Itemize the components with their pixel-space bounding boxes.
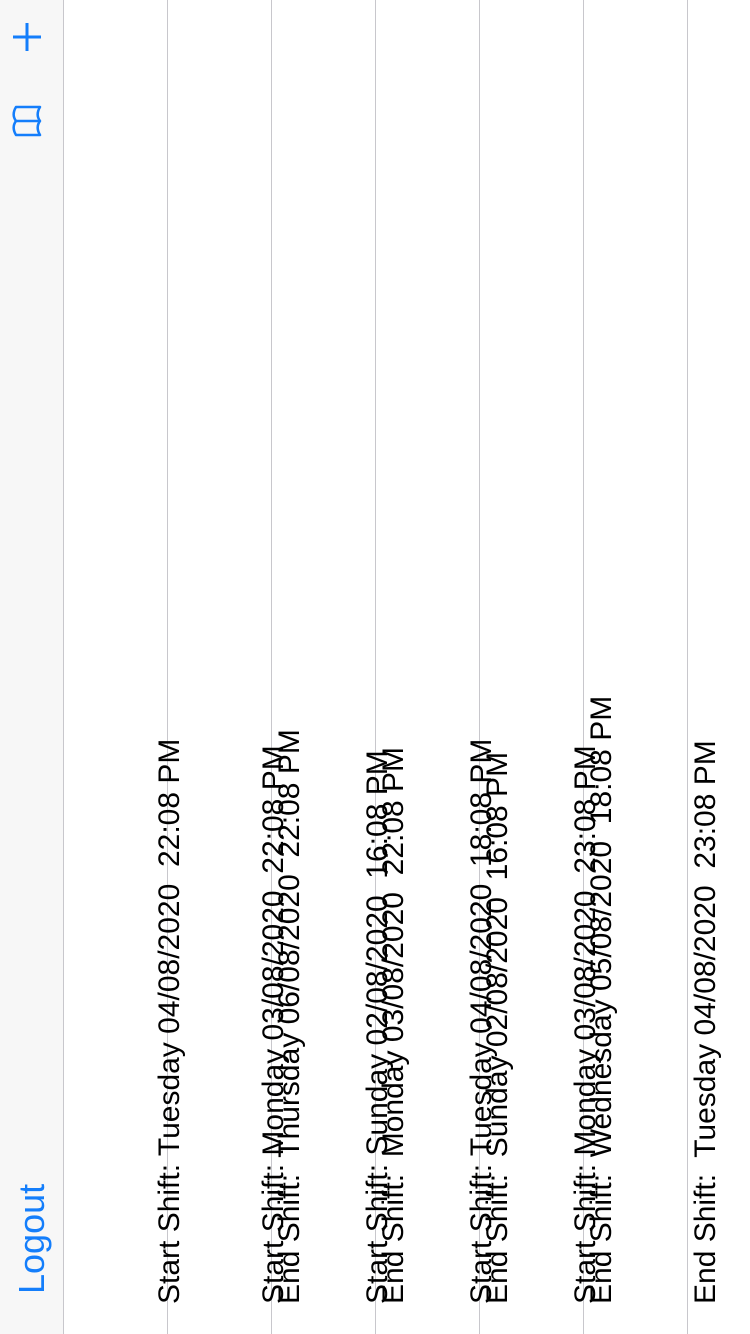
- app-screen: Logout Start Shift: Tuesday 04/08/2020 2…: [0, 0, 750, 1334]
- logout-button[interactable]: Logout: [11, 1184, 52, 1294]
- shift-row[interactable]: Start Shift: Monday 03/08/2020 22:08 PM …: [168, 0, 410, 1334]
- shift-row[interactable]: Start Shift: Tuesday 04/08/2020 18:08 PM…: [376, 0, 618, 1334]
- nav-right-actions: [10, 20, 44, 138]
- shift-row[interactable]: Start Shift: Tuesday 04/08/2020 22:08 PM…: [64, 0, 306, 1334]
- end-shift-label: End Shift:: [689, 1173, 722, 1304]
- book-icon[interactable]: [10, 104, 44, 138]
- empty-row: [584, 0, 688, 1334]
- end-shift-line: End Shift: Tuesday 04/08/2020 23:08 PM: [686, 740, 726, 1304]
- end-shift-value: Tuesday 04/08/2020 23:08 PM: [689, 740, 722, 1158]
- plus-icon[interactable]: [10, 20, 44, 54]
- shift-list: Start Shift: Tuesday 04/08/2020 22:08 PM…: [64, 0, 722, 1334]
- navigation-bar: Logout: [0, 0, 64, 1334]
- shift-row[interactable]: Start Shift: Sunday 02/08/2020 16:08 PM …: [272, 0, 514, 1334]
- shift-row[interactable]: Start Shift: Monday 03/08/2020 23:08 PM …: [480, 0, 722, 1334]
